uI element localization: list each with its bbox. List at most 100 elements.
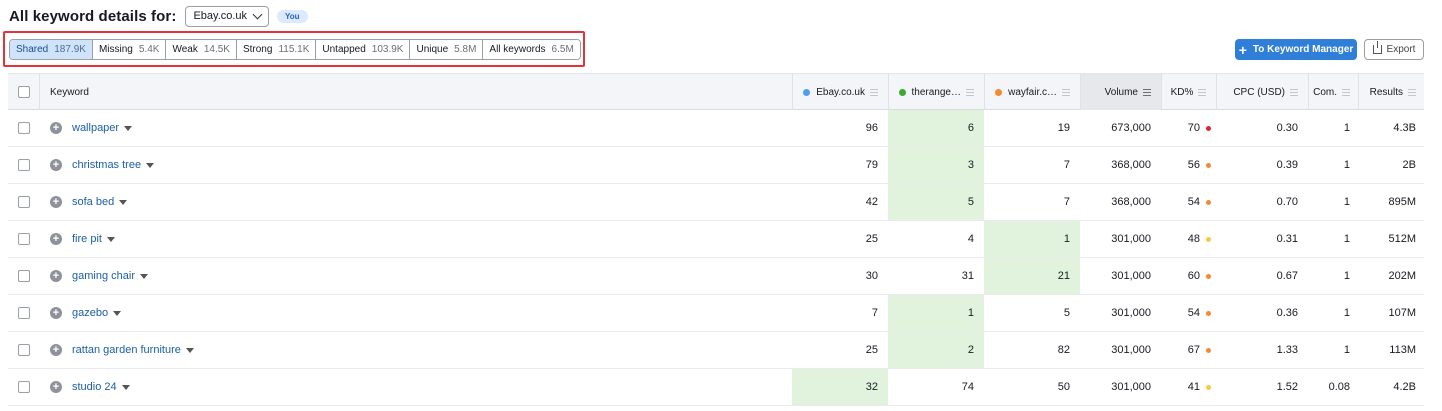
col-volume[interactable]: Volume	[1081, 74, 1161, 110]
position-wayfair: 19	[1057, 122, 1070, 134]
add-keyword-icon[interactable]: +	[50, 196, 62, 208]
caret-down-icon[interactable]	[106, 236, 115, 242]
position-ebay: 25	[865, 344, 878, 356]
caret-down-icon[interactable]	[139, 273, 148, 279]
caret-down-icon[interactable]	[124, 125, 133, 131]
select-all-checkbox[interactable]	[18, 86, 30, 98]
position-therange: 74	[961, 381, 974, 393]
caret-down-icon[interactable]	[113, 310, 122, 316]
kd-level-dot-icon	[1206, 162, 1211, 168]
add-keyword-icon[interactable]: +	[50, 270, 62, 282]
keyword-cell: + wallpaper	[50, 110, 133, 146]
filter-tab-shared[interactable]: Shared 187.9K	[10, 40, 93, 59]
col-results[interactable]: Results	[1358, 74, 1424, 110]
caret-down-icon[interactable]	[121, 384, 130, 390]
add-keyword-icon[interactable]: +	[50, 159, 62, 171]
page-header: All keyword details for: Ebay.co.uk You	[9, 5, 308, 27]
col-com-label: Com.	[1313, 86, 1337, 98]
com-cell: 0.08	[1328, 381, 1350, 393]
col-ebay-label: Ebay.co.uk	[816, 86, 865, 98]
page-title: All keyword details for:	[9, 7, 177, 25]
col-therange[interactable]: therange…	[888, 74, 984, 110]
row-checkbox-cell	[18, 295, 30, 331]
table-row: + sofa bed 42 5 7 368,000 54 0.70 1 895M	[8, 184, 1424, 221]
position-wayfair: 1	[984, 221, 1080, 257]
col-ebay[interactable]: Ebay.co.uk	[792, 74, 888, 110]
kd-level-dot-icon	[1206, 273, 1211, 279]
keyword-link[interactable]: gaming chair	[72, 270, 135, 282]
position-wayfair: 21	[984, 258, 1080, 294]
sort-icon	[1408, 88, 1416, 96]
col-keyword[interactable]: Keyword	[50, 74, 89, 110]
volume-cell: 301,000	[1111, 270, 1151, 282]
position-ebay: 25	[865, 233, 878, 245]
cpc-cell: 0.67	[1276, 270, 1298, 282]
cpc-cell: 1.52	[1276, 381, 1298, 393]
row-checkbox[interactable]	[18, 381, 30, 393]
row-checkbox[interactable]	[18, 344, 30, 356]
keyword-link[interactable]: sofa bed	[72, 196, 114, 208]
sort-icon	[1062, 88, 1070, 96]
keyword-cell: + sofa bed	[50, 184, 128, 220]
keyword-link[interactable]: wallpaper	[72, 122, 119, 134]
add-keyword-icon[interactable]: +	[50, 344, 62, 356]
results-cell: 4.2B	[1393, 381, 1416, 393]
export-button[interactable]: Export	[1364, 39, 1424, 60]
kd-cell: 70	[1161, 110, 1211, 146]
col-cpc[interactable]: CPC (USD)	[1216, 74, 1308, 110]
filter-tab-count: 115.1K	[278, 44, 310, 55]
position-ebay: 42	[865, 196, 878, 208]
kd-value: 54	[1187, 196, 1200, 208]
position-wayfair: 7	[1063, 196, 1070, 208]
cpc-cell: 0.36	[1276, 307, 1298, 319]
keyword-link[interactable]: studio 24	[72, 381, 117, 393]
row-checkbox[interactable]	[18, 196, 30, 208]
keyword-cell: + studio 24	[50, 369, 130, 405]
col-wayfair[interactable]: wayfair.c…	[984, 74, 1080, 110]
domain-select[interactable]: Ebay.co.uk	[185, 5, 270, 27]
position-therange: 1	[888, 295, 984, 331]
keyword-cell: + gazebo	[50, 295, 122, 331]
row-checkbox[interactable]	[18, 159, 30, 171]
keyword-link[interactable]: gazebo	[72, 307, 108, 319]
position-therange: 5	[888, 184, 984, 220]
caret-down-icon[interactable]	[146, 162, 155, 168]
add-keyword-icon[interactable]: +	[50, 307, 62, 319]
sort-icon	[1290, 88, 1298, 96]
export-icon	[1372, 41, 1382, 54]
keyword-link[interactable]: fire pit	[72, 233, 102, 245]
row-checkbox[interactable]	[18, 307, 30, 319]
kd-level-dot-icon	[1206, 347, 1211, 353]
filter-tab-unique[interactable]: Unique 5.8M	[410, 40, 484, 59]
add-keyword-icon[interactable]: +	[50, 381, 62, 393]
row-checkbox[interactable]	[18, 122, 30, 134]
keyword-table: Keyword Ebay.co.uk therange… wayfair.c… …	[8, 73, 1424, 406]
filter-tab-untapped[interactable]: Untapped 103.9K	[316, 40, 411, 59]
col-kd[interactable]: KD%	[1161, 74, 1216, 110]
to-keyword-manager-button[interactable]: + To Keyword Manager	[1235, 39, 1357, 60]
position-therange: 6	[888, 110, 984, 146]
filter-tab-missing[interactable]: Missing 5.4K	[92, 40, 167, 59]
caret-down-icon[interactable]	[119, 199, 128, 205]
row-checkbox[interactable]	[18, 270, 30, 282]
cpc-cell: 1.33	[1276, 344, 1298, 356]
filter-tab-count: 14.5K	[203, 44, 230, 55]
col-com[interactable]: Com.	[1308, 74, 1358, 110]
keyword-link[interactable]: christmas tree	[72, 159, 141, 171]
volume-cell: 301,000	[1111, 307, 1151, 319]
row-checkbox[interactable]	[18, 233, 30, 245]
filter-tab-all-keywords[interactable]: All keywords 6.5M	[483, 40, 580, 59]
col-results-label: Results	[1369, 86, 1403, 98]
filter-tab-strong[interactable]: Strong 115.1K	[236, 40, 317, 59]
export-label: Export	[1386, 44, 1416, 55]
row-checkbox-cell	[18, 258, 30, 294]
sort-icon	[870, 88, 878, 96]
keyword-link[interactable]: rattan garden furniture	[72, 344, 181, 356]
cpc-cell: 0.70	[1276, 196, 1298, 208]
filter-tabs: Shared 187.9K Missing 5.4K Weak 14.5K Strong 11…	[9, 39, 581, 60]
caret-down-icon[interactable]	[185, 347, 194, 353]
filter-tab-count: 5.4K	[138, 44, 160, 55]
filter-tab-weak[interactable]: Weak 14.5K	[166, 40, 237, 59]
add-keyword-icon[interactable]: +	[50, 233, 62, 245]
add-keyword-icon[interactable]: +	[50, 122, 62, 134]
